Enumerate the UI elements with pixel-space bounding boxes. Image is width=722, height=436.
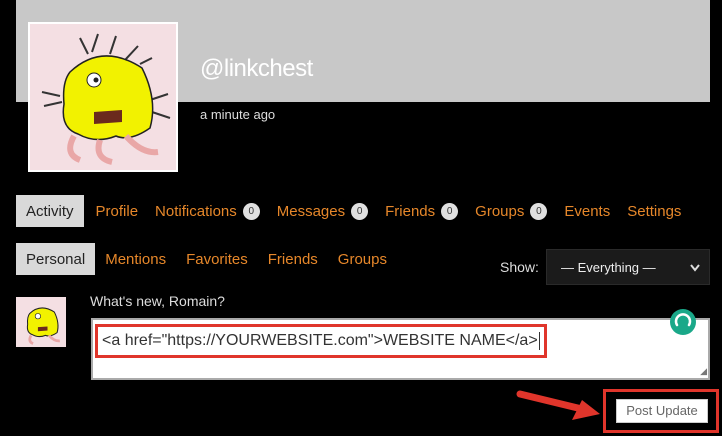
post-update-button[interactable]: Post Update (616, 399, 708, 423)
annotation-arrow-icon (516, 390, 600, 420)
